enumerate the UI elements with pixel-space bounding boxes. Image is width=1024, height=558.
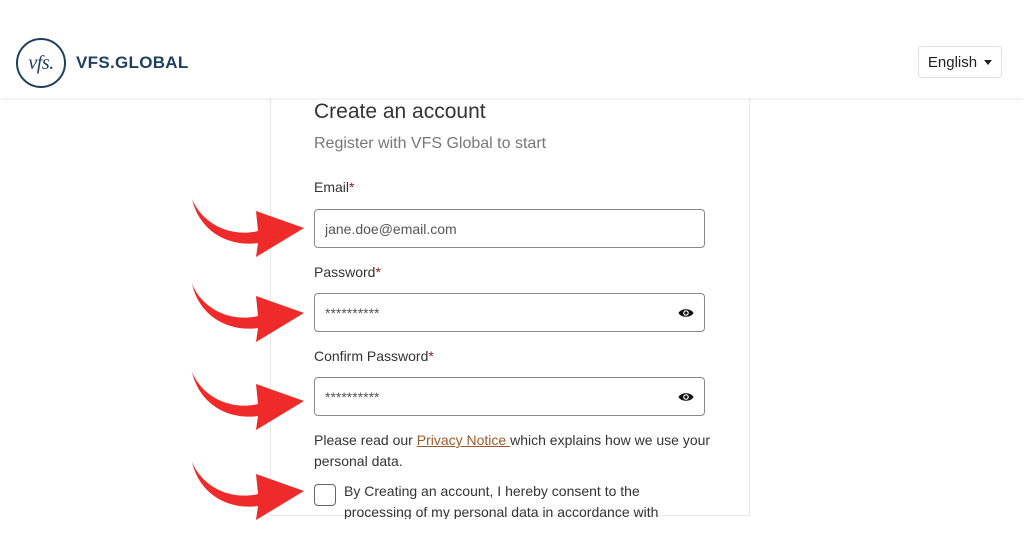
curved-arrow-icon	[192, 199, 304, 257]
curved-arrow-icon	[192, 372, 304, 430]
form-title: Create an account	[314, 100, 486, 123]
consent-checkbox[interactable]	[314, 484, 336, 506]
logo-text: vfs.	[28, 51, 54, 74]
caret-down-icon	[984, 60, 993, 65]
required-mark: *	[375, 264, 381, 280]
vfs-logo[interactable]: vfs.	[16, 38, 66, 88]
email-label: Email*	[314, 179, 355, 195]
language-dropdown[interactable]: English	[918, 46, 1002, 78]
password-input[interactable]	[325, 294, 665, 331]
confirm-password-field[interactable]	[314, 377, 705, 416]
privacy-notice-link[interactable]: Privacy Notice	[417, 432, 510, 448]
confirm-password-label: Confirm Password*	[314, 348, 434, 364]
form-subtitle: Register with VFS Global to start	[314, 135, 547, 152]
password-label: Password*	[314, 264, 381, 280]
required-mark: *	[349, 179, 355, 195]
eye-icon[interactable]	[678, 390, 694, 404]
email-input[interactable]	[325, 210, 665, 247]
brand-name[interactable]: VFS.GLOBAL	[76, 53, 189, 73]
required-mark: *	[428, 348, 434, 364]
confirm-password-input[interactable]	[325, 378, 665, 415]
site-header: vfs. VFS.GLOBAL English	[0, 0, 1024, 98]
language-label: English	[927, 53, 978, 71]
email-field[interactable]	[314, 209, 705, 248]
privacy-text: Please read our Privacy Notice which exp…	[314, 432, 711, 469]
curved-arrow-icon	[192, 284, 304, 342]
password-field[interactable]	[314, 293, 705, 332]
consent-text: By Creating an account, I hereby consent…	[344, 483, 659, 519]
curved-arrow-icon	[192, 462, 304, 520]
eye-icon[interactable]	[678, 306, 694, 320]
